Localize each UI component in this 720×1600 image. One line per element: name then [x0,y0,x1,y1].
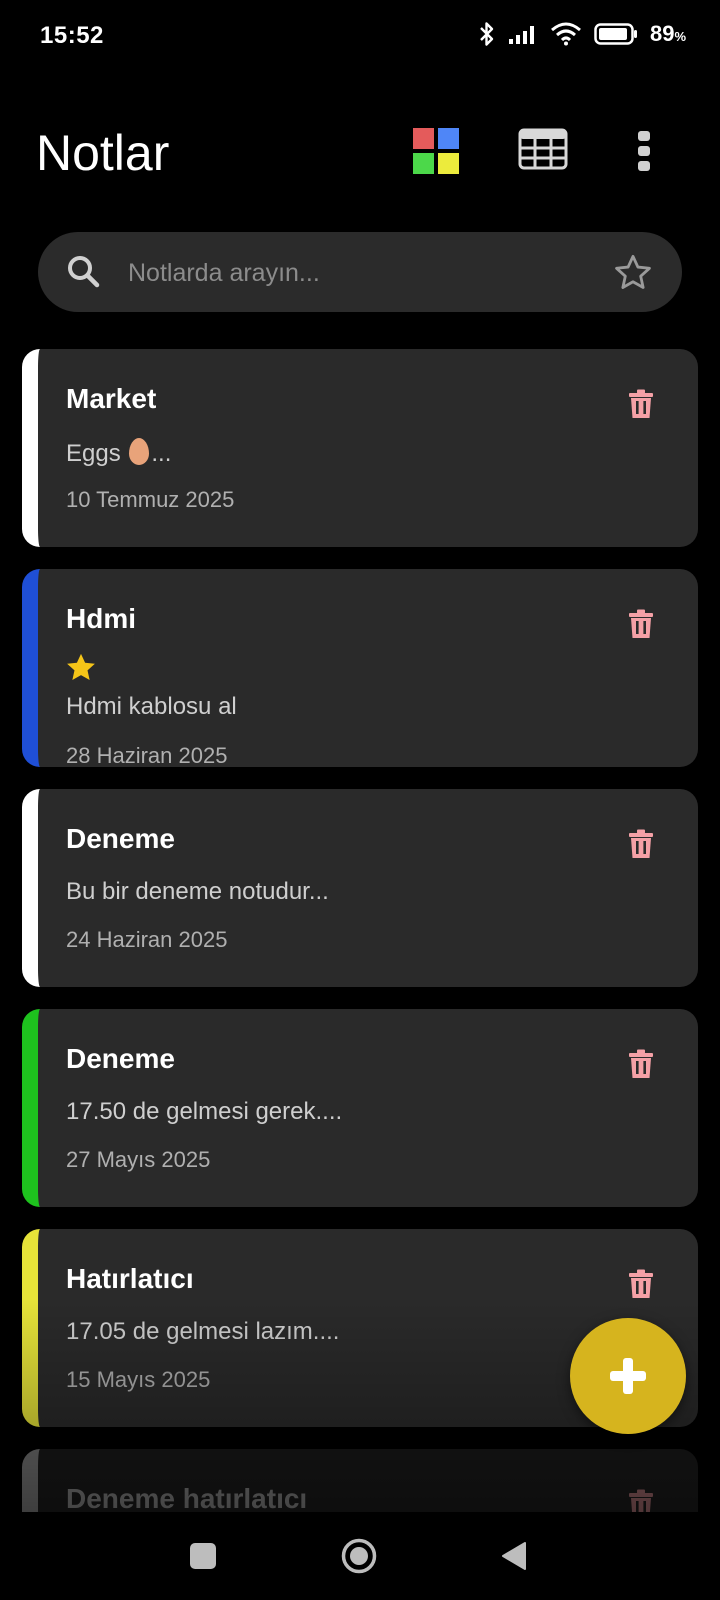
note-title: Deneme [66,1043,175,1074]
back-button[interactable] [501,1541,527,1571]
color-grid-icon[interactable] [413,128,459,174]
trash-icon[interactable] [628,1269,654,1299]
note-card[interactable]: Hdmi Hdmi kablosu al 28 Haziran 2025 [22,569,698,767]
home-button[interactable] [341,1538,377,1574]
signal-icon [508,26,534,44]
note-title: Hatırlatıcı [66,1263,194,1294]
note-title: Market [66,383,157,414]
note-date: 27 Mayıs 2025 [66,1147,211,1172]
more-vertical-icon[interactable] [636,130,652,172]
trash-icon[interactable] [628,1489,654,1512]
search-input[interactable] [126,250,600,296]
note-card[interactable]: Deneme hatırlatıcı [22,1449,698,1512]
plus-icon [610,1358,646,1394]
note-card[interactable]: Deneme Bu bir deneme notudur... 24 Hazir… [22,789,698,987]
star-outline-icon[interactable] [612,252,654,294]
note-date: 15 Mayıs 2025 [66,1367,211,1392]
system-nav-bar [0,1512,720,1600]
star-icon [67,653,95,681]
wifi-icon [550,22,581,46]
note-preview: Bu bir deneme notudur... [66,878,329,905]
note-date: 24 Haziran 2025 [66,927,228,952]
add-note-button[interactable] [570,1318,686,1434]
note-title: Deneme hatırlatıcı [66,1483,308,1512]
trash-icon[interactable] [628,1049,654,1079]
status-icons: 89% [478,20,686,48]
note-card[interactable]: Deneme 17.50 de gelmesi gerek.... 27 May… [22,1009,698,1207]
note-preview: 17.50 de gelmesi gerek.... [66,1098,343,1125]
status-time: 15:52 [40,22,104,49]
note-title: Hdmi [66,603,136,634]
search-icon [68,256,100,288]
battery-icon [594,23,637,45]
battery-level: 89% [649,21,686,46]
note-date: 10 Temmuz 2025 [66,487,235,512]
search-bar[interactable] [38,232,682,312]
recent-apps-button[interactable] [190,1543,216,1569]
table-grid-icon[interactable] [518,128,568,170]
note-preview: 17.05 de gelmesi lazım.... [66,1318,340,1345]
note-date: 28 Haziran 2025 [66,743,228,767]
note-preview: Hdmi kablosu al [66,693,237,720]
trash-icon[interactable] [628,389,654,419]
trash-icon[interactable] [628,829,654,859]
note-preview: Eggs ... [66,438,172,467]
note-title: Deneme [66,823,175,854]
egg-emoji-icon [129,438,150,465]
trash-icon[interactable] [628,609,654,639]
bluetooth-icon [480,22,494,46]
note-card[interactable]: Market Eggs ... 10 Temmuz 2025 [22,349,698,547]
page-title: Notlar [36,125,170,181]
status-bar: 15:52 89% [0,0,720,72]
